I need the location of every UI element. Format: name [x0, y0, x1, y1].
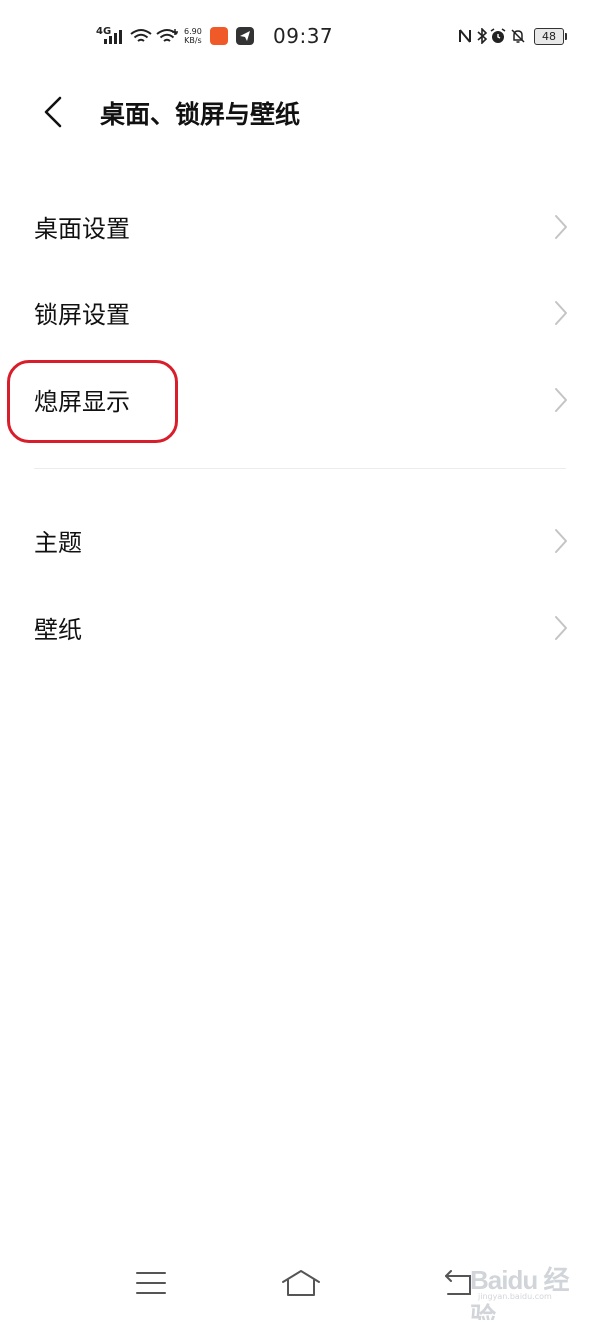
network-speed-unit: KB/s: [184, 36, 202, 45]
network-speed-value: 6.90: [184, 27, 202, 36]
list-item-theme[interactable]: 主题: [0, 497, 600, 583]
wifi-plus-icon: [156, 28, 180, 48]
list-item-label: 主题: [34, 529, 82, 557]
app-notification-icon: [210, 27, 228, 45]
list-item-label: 壁纸: [34, 616, 82, 644]
chevron-left-icon: [44, 96, 62, 128]
mute-icon: [510, 28, 526, 48]
list-item-always-on-display[interactable]: 熄屏显示: [0, 356, 600, 442]
home-button[interactable]: [276, 1266, 326, 1300]
page-title: 桌面、锁屏与壁纸: [100, 100, 301, 129]
network-speed: 6.90 KB/s: [184, 27, 202, 45]
list-item-desktop-settings[interactable]: 桌面设置: [0, 183, 600, 269]
chevron-right-icon: [555, 616, 567, 640]
chevron-right-icon: [555, 301, 567, 325]
battery-icon: 48: [534, 28, 567, 45]
signal-icon: [103, 28, 125, 48]
list-item-label: 桌面设置: [34, 215, 130, 243]
back-button[interactable]: [30, 90, 74, 134]
menu-button[interactable]: [126, 1266, 176, 1300]
list-item-label: 锁屏设置: [34, 301, 130, 329]
system-nav-bar: [0, 1240, 600, 1320]
chevron-right-icon: [555, 388, 567, 412]
app-header: 桌面、锁屏与壁纸: [0, 72, 600, 152]
settings-screen: 4G 6.90 KB/s 09:37 48 桌面、锁屏与壁纸 桌面设置 锁屏设置…: [0, 0, 600, 1320]
status-time: 09:37: [273, 24, 334, 48]
section-divider: [34, 468, 566, 469]
battery-level: 48: [542, 30, 556, 43]
bluetooth-icon: [476, 27, 488, 48]
list-item-label: 熄屏显示: [34, 388, 130, 416]
back-nav-button[interactable]: [436, 1266, 486, 1300]
nfc-icon: [458, 28, 472, 48]
wifi-icon: [130, 28, 152, 48]
menu-icon: [136, 1272, 166, 1294]
alarm-icon: [490, 28, 506, 48]
home-icon: [282, 1270, 320, 1296]
list-item-wallpaper[interactable]: 壁纸: [0, 584, 600, 670]
telegram-icon: [236, 27, 254, 45]
chevron-right-icon: [555, 215, 567, 239]
list-item-lockscreen-settings[interactable]: 锁屏设置: [0, 269, 600, 355]
back-nav-icon: [445, 1270, 471, 1295]
chevron-right-icon: [555, 529, 567, 553]
status-bar: 4G 6.90 KB/s 09:37 48: [0, 0, 600, 72]
